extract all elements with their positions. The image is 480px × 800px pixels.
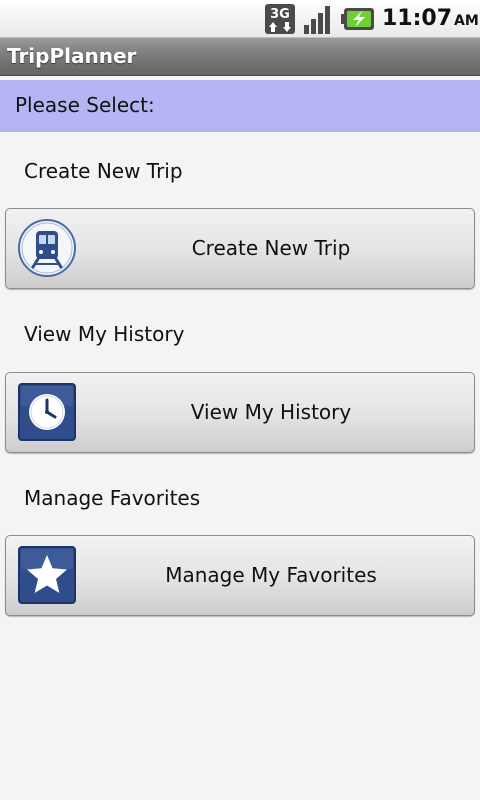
battery-charging-icon: [341, 8, 374, 30]
section-label-history: View My History: [24, 322, 185, 346]
section-label-favorites: Manage Favorites: [24, 486, 201, 510]
manage-my-favorites-label: Manage My Favorites: [165, 563, 377, 587]
app-title: TripPlanner: [7, 44, 137, 68]
signal-strength-icon: [304, 6, 330, 34]
3g-data-icon: 3G: [265, 4, 295, 34]
prompt-text: Please Select:: [15, 93, 155, 117]
view-my-history-label: View My History: [190, 400, 352, 424]
star-icon: [18, 546, 76, 604]
create-new-trip-label: Create New Trip: [191, 236, 351, 260]
create-new-trip-button[interactable]: Create New Trip: [5, 208, 475, 289]
view-my-history-button[interactable]: View My History: [5, 372, 475, 453]
app-title-bar: TripPlanner: [0, 38, 480, 76]
clock-ampm: AM: [454, 13, 479, 29]
clock-icon: [18, 383, 76, 441]
train-icon: [18, 219, 76, 277]
section-label-create-trip: Create New Trip: [24, 159, 183, 183]
clock-time: 11:07: [382, 6, 453, 31]
status-bar: 3G 11:07 AM: [0, 0, 480, 38]
manage-my-favorites-button[interactable]: Manage My Favorites: [5, 535, 475, 616]
svg-text:3G: 3G: [270, 7, 290, 22]
prompt-bar: Please Select:: [0, 80, 480, 132]
status-clock: 11:07 AM: [382, 4, 479, 36]
